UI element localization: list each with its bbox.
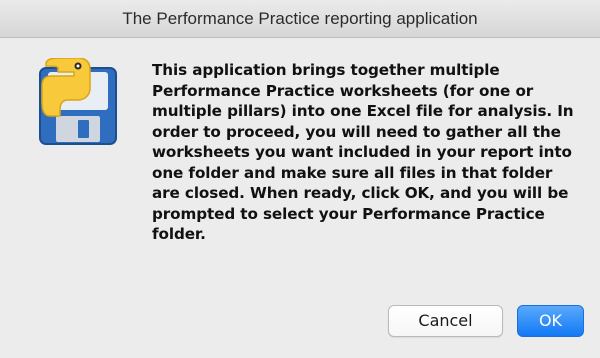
ok-button[interactable]: OK [517,305,584,337]
python-floppy-disk-icon [34,57,124,148]
window-title: The Performance Practice reporting appli… [0,0,600,38]
cancel-button[interactable]: Cancel [388,305,503,337]
dialog-message: This application brings together multipl… [152,61,574,243]
dialog-window: The Performance Practice reporting appli… [0,0,600,358]
